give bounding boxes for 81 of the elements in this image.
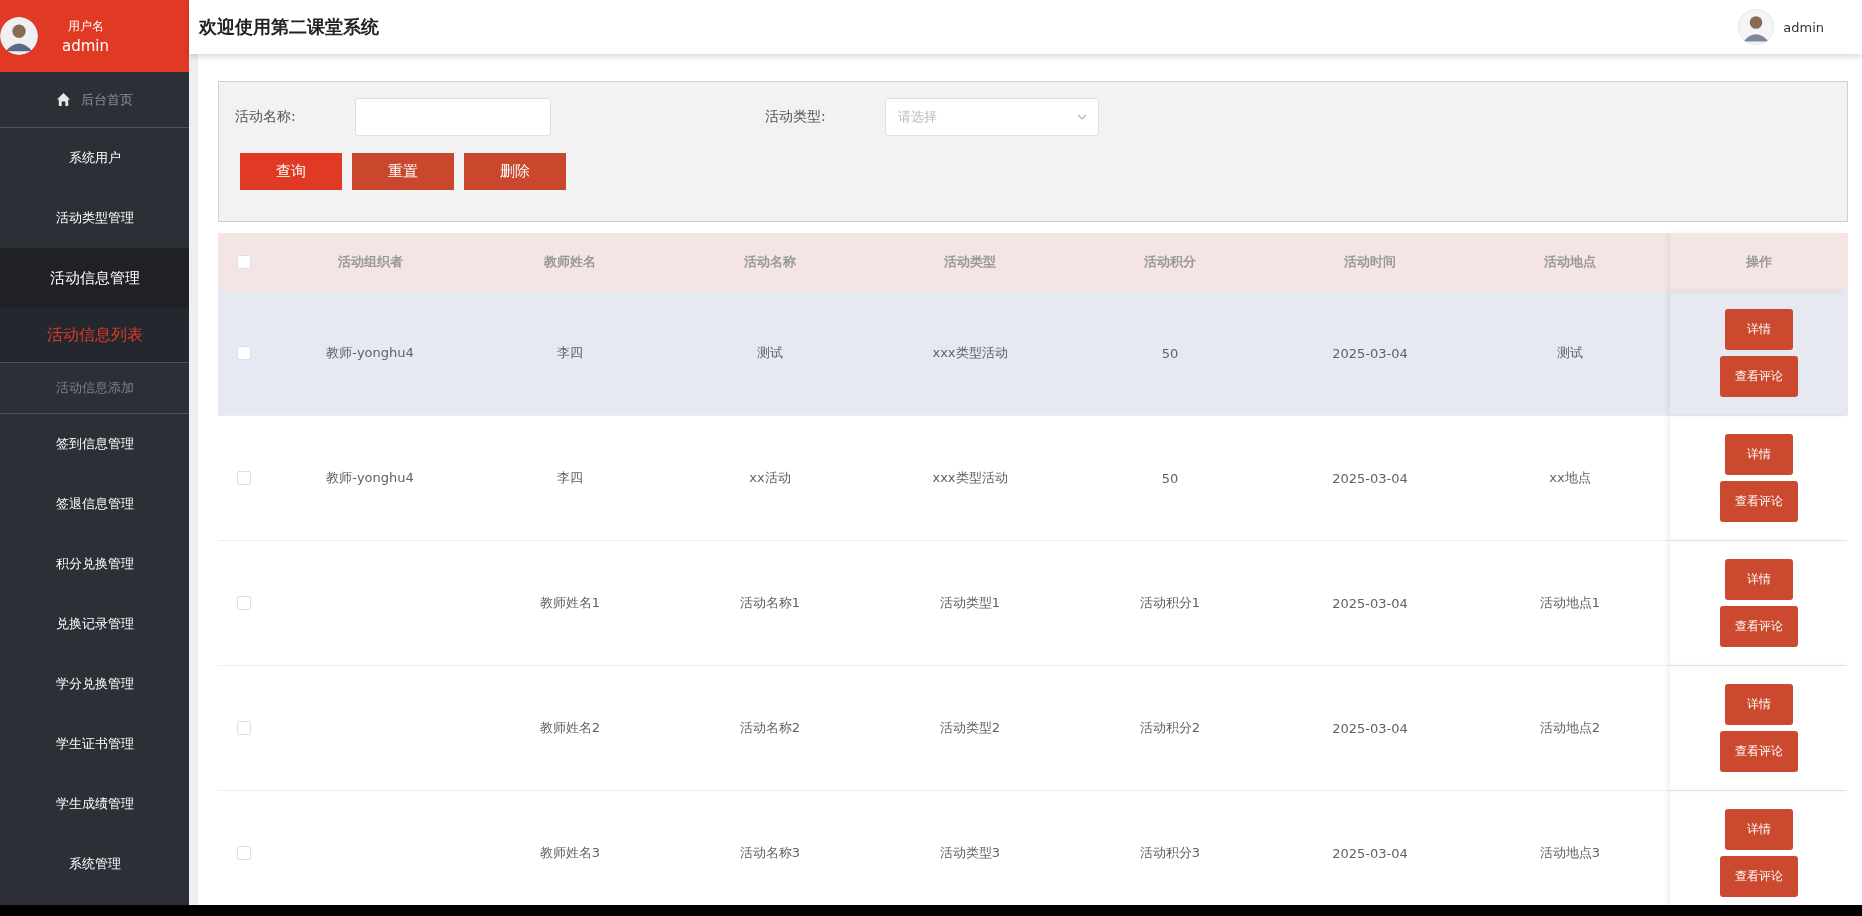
table-cell: 测试 — [757, 344, 783, 362]
details-button[interactable]: 详情 — [1725, 434, 1793, 475]
table-cell: 50 — [1161, 470, 1179, 486]
table-cell: xxx类型活动 — [932, 469, 1008, 487]
comments-button[interactable]: 查看评论 — [1720, 731, 1798, 772]
table-cell: 活动名称3 — [739, 844, 801, 862]
avatar-icon — [1738, 9, 1775, 45]
checkbox[interactable] — [237, 346, 251, 360]
checkbox[interactable] — [237, 721, 251, 735]
sidebar-item[interactable]: 学生成绩管理 — [0, 774, 189, 834]
username-label: 用户名 — [67, 17, 104, 35]
checkbox[interactable] — [237, 846, 251, 860]
comments-button[interactable]: 查看评论 — [1720, 606, 1798, 647]
filter-label: 活动名称: — [235, 108, 297, 126]
table-cell: 活动类型2 — [939, 719, 1001, 737]
table-cell: 活动积分1 — [1139, 594, 1201, 612]
table-cell: 活动地点1 — [1539, 594, 1601, 612]
table-cell: 教师姓名2 — [539, 719, 601, 737]
table-cell: 李四 — [557, 344, 583, 362]
home-icon — [56, 92, 71, 107]
comments-button[interactable]: 查看评论 — [1720, 481, 1798, 522]
column-header: 活动类型 — [944, 253, 996, 271]
column-header: 活动时间 — [1344, 253, 1396, 271]
table-cell: 2025-03-04 — [1332, 720, 1408, 736]
checkbox[interactable] — [237, 255, 251, 269]
sidebar-item[interactable]: 学生证书管理 — [0, 714, 189, 774]
table-cell: xx地点 — [1549, 469, 1591, 487]
table-cell: 2025-03-04 — [1332, 470, 1408, 486]
table-cell: 活动名称1 — [739, 594, 801, 612]
sidebar-item[interactable]: 系统管理 — [0, 834, 189, 894]
comments-button[interactable]: 查看评论 — [1720, 856, 1798, 897]
sidebar-subitem[interactable]: 活动信息列表 — [0, 308, 189, 363]
table-cell: 活动类型3 — [939, 844, 1001, 862]
sidebar-item[interactable]: 积分兑换管理 — [0, 534, 189, 594]
table-cell: 活动地点2 — [1539, 719, 1601, 737]
table-cell: xxx类型活动 — [932, 344, 1008, 362]
search-button[interactable]: 查询 — [240, 153, 342, 190]
table-cell: 教师姓名3 — [539, 844, 601, 862]
filter-label: 活动类型: — [765, 108, 827, 126]
checkbox[interactable] — [237, 596, 251, 610]
details-button[interactable]: 详情 — [1725, 684, 1793, 725]
table-cell: 活动积分3 — [1139, 844, 1201, 862]
username: admin — [62, 36, 109, 55]
delete-button[interactable]: 删除 — [464, 153, 566, 190]
table-cell: 教师姓名1 — [539, 594, 601, 612]
table-cell: 测试 — [1557, 344, 1583, 362]
table-cell: 50 — [1161, 345, 1179, 361]
avatar-icon — [0, 17, 38, 55]
column-header: 活动组织者 — [337, 253, 403, 271]
sidebar-item[interactable]: 签到信息管理 — [0, 414, 189, 474]
table-cell: 2025-03-04 — [1332, 845, 1408, 861]
sidebar-item[interactable]: 签退信息管理 — [0, 474, 189, 534]
checkbox[interactable] — [237, 471, 251, 485]
table-cell: 活动名称2 — [739, 719, 801, 737]
table-cell: 2025-03-04 — [1332, 345, 1408, 361]
reset-button[interactable]: 重置 — [352, 153, 454, 190]
details-button[interactable]: 详情 — [1725, 559, 1793, 600]
column-header: 操作 — [1746, 253, 1772, 271]
column-header: 活动积分 — [1144, 253, 1196, 271]
table-cell: 活动积分2 — [1139, 719, 1201, 737]
details-button[interactable]: 详情 — [1725, 309, 1793, 350]
table-cell: 2025-03-04 — [1332, 595, 1408, 611]
comments-button[interactable]: 查看评论 — [1720, 356, 1798, 397]
table-cell: 活动地点3 — [1539, 844, 1601, 862]
table-cell: 活动类型1 — [939, 594, 1001, 612]
sidebar-item[interactable]: 兑换记录管理 — [0, 594, 189, 654]
sidebar-group[interactable]: 活动信息管理 — [0, 248, 189, 308]
table-cell: xx活动 — [749, 469, 791, 487]
sidebar-item[interactable]: 系统用户 — [0, 128, 189, 188]
column-header: 活动地点 — [1544, 253, 1596, 271]
table-cell: 教师-yonghu4 — [326, 344, 414, 362]
sidebar-item[interactable]: 活动类型管理 — [0, 188, 189, 248]
input-field[interactable] — [355, 98, 551, 136]
table-cell: 教师-yonghu4 — [326, 469, 414, 487]
column-header: 教师姓名 — [544, 253, 596, 271]
details-button[interactable]: 详情 — [1725, 809, 1793, 850]
username: admin — [1783, 19, 1824, 35]
sidebar-item[interactable]: 学分兑换管理 — [0, 654, 189, 714]
page-title: 欢迎使用第二课堂系统 — [199, 15, 379, 39]
table-cell: 李四 — [557, 469, 583, 487]
column-header: 活动名称 — [744, 253, 796, 271]
